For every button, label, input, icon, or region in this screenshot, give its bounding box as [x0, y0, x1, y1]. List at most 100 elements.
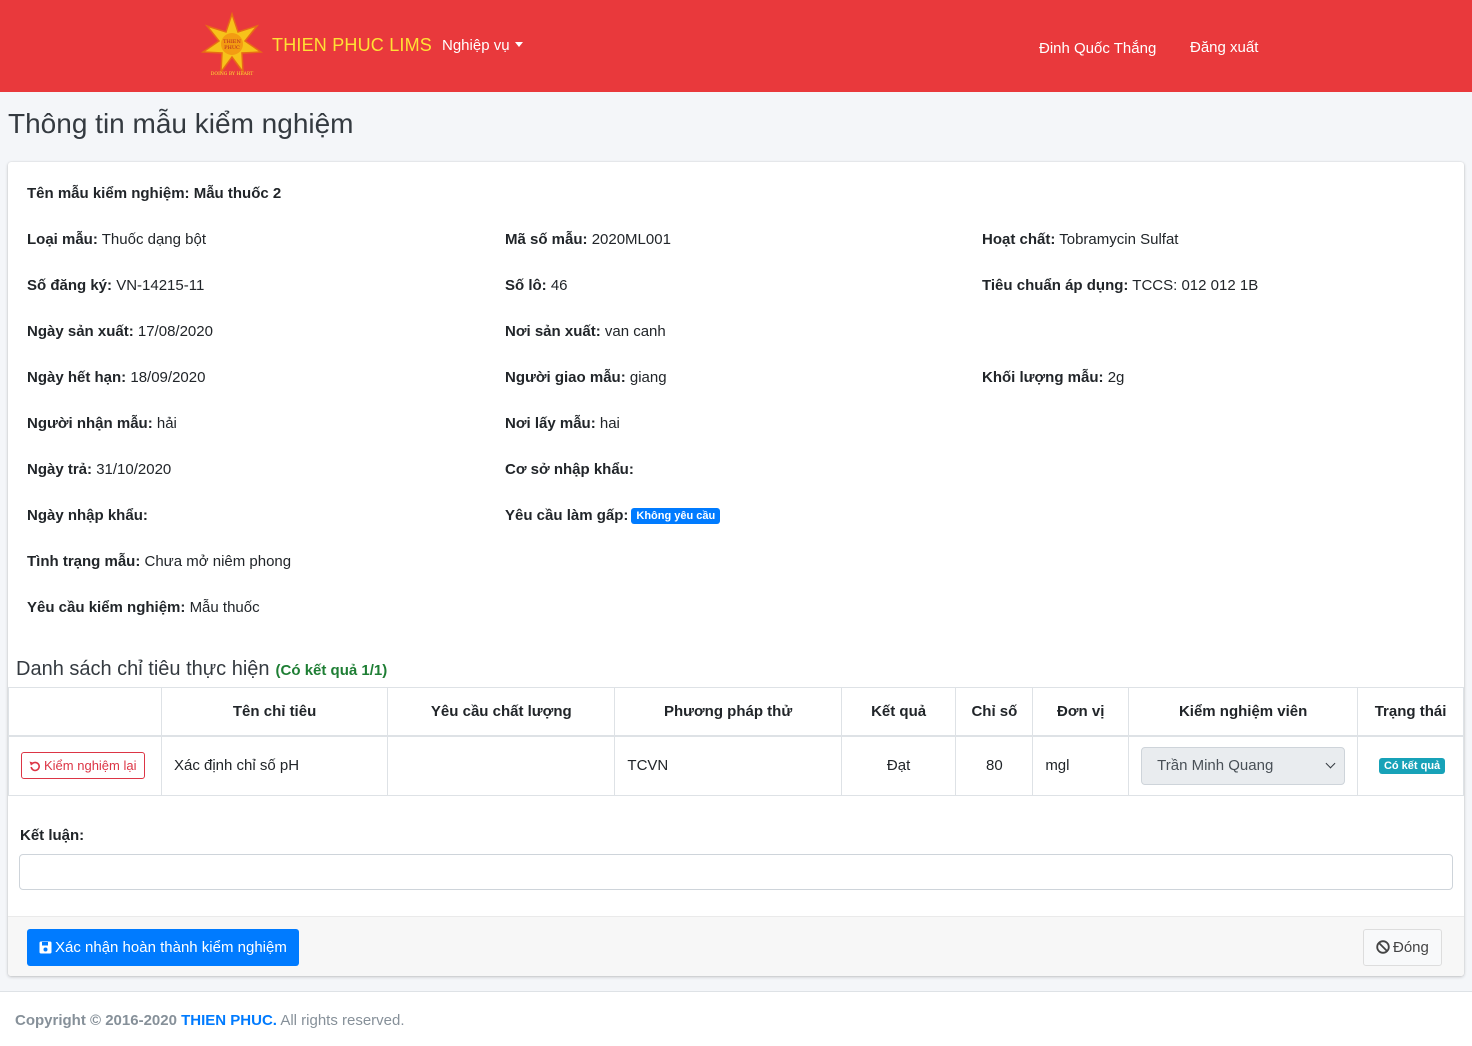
field-label: Tiêu chuẩn áp dụng:: [982, 277, 1129, 294]
field-label: Hoạt chất:: [982, 231, 1056, 248]
urgent-badge: Không yêu cầu: [631, 508, 721, 524]
field-label: Ngày hết hạn:: [27, 369, 127, 386]
sample-info-card: Tên mẫu kiểm nghiệm: Mẫu thuốc 2 Loại mẫ…: [8, 162, 1464, 976]
cell-ket-qua: Đạt: [840, 735, 957, 796]
criteria-table: Tên chỉ tiêu Yêu cầu chất lượng Phương p…: [8, 687, 1464, 796]
cell-yeu-cau: [387, 735, 616, 796]
retest-button[interactable]: Kiểm nghiệm lại: [21, 752, 145, 780]
conclusion-input[interactable]: [19, 854, 1453, 890]
save-icon: [39, 941, 52, 954]
field-value: Mẫu thuốc: [189, 599, 260, 616]
field-label: Cơ sở nhập khẩu:: [505, 461, 634, 478]
table-header-row: Tên chỉ tiêu Yêu cầu chất lượng Phương p…: [8, 687, 1464, 737]
field-yeu-cau-lam-gap: Yêu cầu làm gấp: Không yêu cầu: [505, 507, 721, 524]
table-row: Kiểm nghiệm lại Xác định chỉ số pH TCVN …: [8, 735, 1464, 796]
tester-select-value: Trần Minh Quang: [1157, 756, 1274, 774]
field-ngay-het-han: Ngày hết hạn: 18/09/2020: [27, 369, 205, 386]
undo-icon: [29, 761, 40, 772]
field-label: Yêu cầu làm gấp:: [505, 507, 629, 524]
field-value: hai: [599, 415, 620, 432]
nav-menu-nghiep-vu[interactable]: Nghiệp vụ: [442, 37, 523, 54]
field-value: hải: [156, 415, 177, 432]
field-value: TCCS: 012 012 1B: [1132, 277, 1259, 294]
ban-icon: [1376, 940, 1390, 954]
cell-phuong-phap: TCVN: [614, 735, 842, 796]
cell-action: Kiểm nghiệm lại: [8, 735, 162, 796]
field-co-so-nhap-khau: Cơ sở nhập khẩu:: [505, 461, 634, 478]
col-header-phuong-phap: Phương pháp thử: [614, 687, 842, 737]
status-badge: Có kết quả: [1378, 758, 1446, 775]
svg-text:PHUC: PHUC: [224, 45, 240, 51]
field-label: Yêu cầu kiểm nghiệm:: [27, 599, 186, 616]
card-footer: Xác nhận hoàn thành kiểm nghiệm Đóng: [8, 916, 1464, 976]
field-value: 17/08/2020: [137, 323, 213, 340]
page-title: Thông tin mẫu kiểm nghiệm: [8, 108, 354, 139]
sample-name-value: Mẫu thuốc 2: [193, 185, 282, 202]
col-header-trang-thai: Trạng thái: [1357, 687, 1464, 737]
thien-phuc-logo[interactable]: THIEN PHUC DOING BY HEART: [201, 12, 263, 78]
field-value: Thuốc dạng bột: [101, 231, 206, 248]
field-label: Người giao mẫu:: [505, 369, 626, 386]
field-ngay-san-xuat: Ngày sản xuất: 17/08/2020: [27, 323, 213, 340]
field-loai-mau: Loại mẫu: Thuốc dạng bột: [27, 231, 206, 248]
field-value: 2020ML001: [591, 231, 671, 248]
confirm-complete-button[interactable]: Xác nhận hoàn thành kiểm nghiệm: [27, 929, 299, 966]
field-yeu-cau-kiem-nghiem: Yêu cầu kiểm nghiệm: Mẫu thuốc: [27, 599, 260, 616]
field-label: Nơi sản xuất:: [505, 323, 601, 340]
field-value: 18/09/2020: [130, 369, 206, 386]
col-header-kiem-nghiem-vien: Kiểm nghiệm viên: [1128, 687, 1359, 737]
criteria-result-summary: (Có kết quả 1/1): [275, 662, 388, 679]
field-noi-lay-mau: Nơi lấy mẫu: hai: [505, 415, 620, 432]
cell-kiem-nghiem-vien: Trần Minh Quang: [1128, 735, 1359, 796]
field-label: Ngày trả:: [27, 461, 93, 478]
col-header-ket-qua: Kết quả: [840, 687, 957, 737]
field-value: giang: [629, 369, 667, 386]
copyright-text: Copyright © 2016-2020 THIEN PHUC. All ri…: [15, 1012, 405, 1029]
close-button[interactable]: Đóng: [1363, 929, 1442, 966]
field-so-lo: Số lô: 46: [505, 277, 568, 294]
field-value: 31/10/2020: [96, 461, 172, 478]
field-label: Số đăng ký:: [27, 277, 113, 294]
field-value: van canh: [604, 323, 666, 340]
field-label: Khối lượng mẫu:: [982, 369, 1104, 386]
col-header-ten-chi-tieu: Tên chỉ tiêu: [160, 687, 389, 737]
nav-menu-label: Nghiệp vụ: [442, 37, 510, 54]
col-header-don-vi: Đơn vị: [1032, 687, 1130, 737]
conclusion-label: Kết luận:: [20, 827, 85, 844]
cell-ten-chi-tieu: Xác định chỉ số pH: [160, 735, 389, 796]
field-value: 46: [550, 277, 568, 294]
confirm-complete-label: Xác nhận hoàn thành kiểm nghiệm: [55, 939, 287, 956]
field-ngay-tra: Ngày trả: 31/10/2020: [27, 461, 171, 478]
sample-name-label: Tên mẫu kiểm nghiệm:: [27, 185, 190, 202]
field-ma-so-mau: Mã số mẫu: 2020ML001: [505, 231, 671, 248]
caret-down-icon: [514, 41, 523, 47]
field-nguoi-nhan-mau: Người nhận mẫu: hải: [27, 415, 177, 432]
field-value: 2g: [1107, 369, 1125, 386]
field-label: Ngày nhập khẩu:: [27, 507, 148, 524]
brand-name[interactable]: THIEN PHUC LIMS: [272, 35, 432, 56]
cell-chi-so: 80: [955, 735, 1034, 796]
col-header-action: [8, 687, 162, 737]
page-footer: Copyright © 2016-2020 THIEN PHUC. All ri…: [0, 991, 1472, 1046]
footer-brand-link[interactable]: THIEN PHUC.: [181, 1012, 277, 1029]
criteria-title: Danh sách chỉ tiêu thực hiện: [16, 658, 270, 680]
nav-logout-link[interactable]: Đăng xuất: [1190, 39, 1258, 56]
criteria-section-title: Danh sách chỉ tiêu thực hiện (Có kết quả …: [16, 658, 387, 681]
nav-user-name[interactable]: Đinh Quốc Thắng: [1039, 40, 1156, 57]
field-label: Tình trạng mẫu:: [27, 553, 141, 570]
sample-name: Tên mẫu kiểm nghiệm: Mẫu thuốc 2: [27, 185, 281, 202]
tester-select[interactable]: Trần Minh Quang: [1141, 746, 1346, 785]
field-ngay-nhap-khau: Ngày nhập khẩu:: [27, 507, 148, 524]
field-label: Mã số mẫu:: [505, 231, 588, 248]
field-noi-san-xuat: Nơi sản xuất: van canh: [505, 323, 666, 340]
field-label: Ngày sản xuất:: [27, 323, 134, 340]
col-header-chi-so: Chỉ số: [955, 687, 1034, 737]
field-label: Nơi lấy mẫu:: [505, 415, 596, 432]
field-tinh-trang-mau: Tình trạng mẫu: Chưa mở niêm phong: [27, 553, 291, 570]
retest-button-label: Kiểm nghiệm lại: [44, 758, 137, 774]
field-value: VN-14215-11: [116, 277, 205, 294]
field-hoat-chat: Hoạt chất: Tobramycin Sulfat: [982, 231, 1178, 248]
field-label: Người nhận mẫu:: [27, 415, 153, 432]
chevron-down-icon: [1325, 758, 1336, 769]
field-khoi-luong-mau: Khối lượng mẫu: 2g: [982, 369, 1124, 386]
